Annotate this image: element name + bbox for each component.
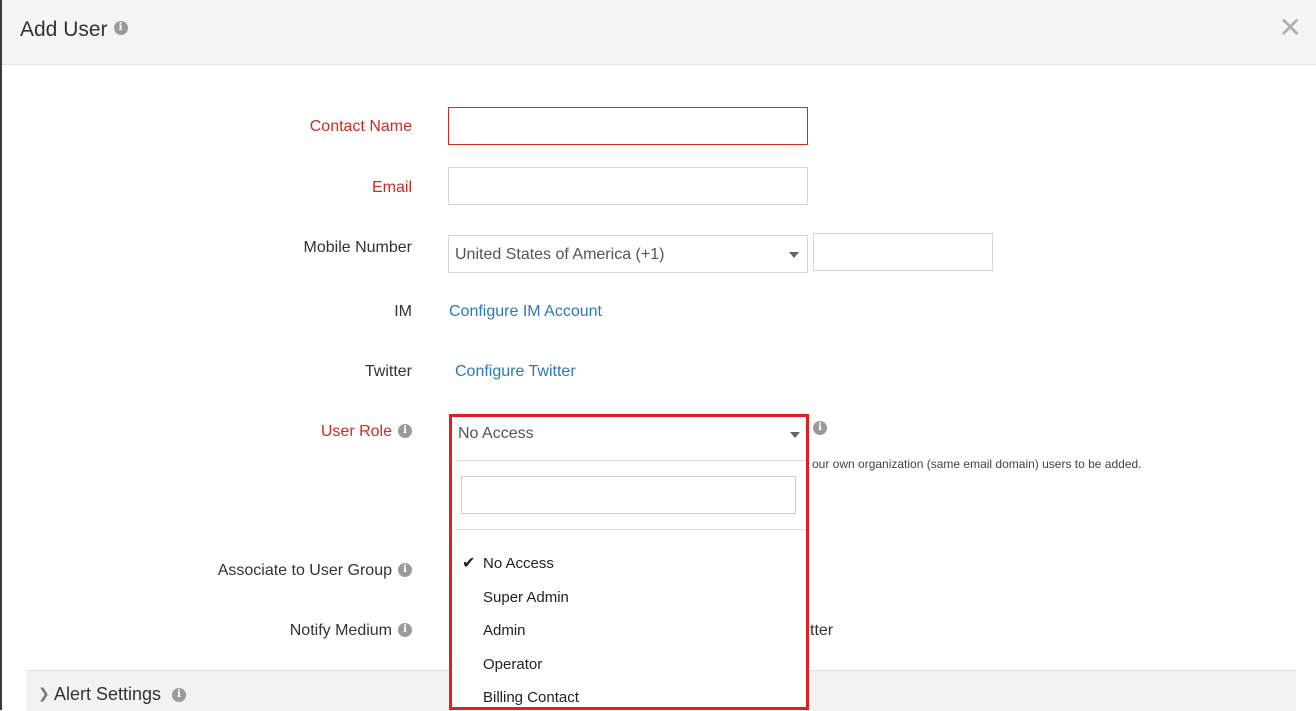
notify-medium-label-text: Notify Medium bbox=[289, 622, 392, 639]
window-edge bbox=[0, 0, 2, 710]
twitter-label: Twitter bbox=[364, 363, 412, 380]
notify-medium-label: Notify Medium i bbox=[290, 622, 412, 640]
option-admin[interactable]: Admin bbox=[483, 622, 526, 639]
user-role-select[interactable]: No Access bbox=[455, 420, 803, 450]
user-role-label: User Role i bbox=[321, 423, 412, 441]
contact-name-input[interactable] bbox=[448, 107, 808, 145]
dialog-header: Add User i ✕ bbox=[2, 0, 1316, 65]
check-icon: ✔ bbox=[462, 555, 476, 572]
divider bbox=[455, 460, 806, 461]
notify-medium-partial-text: tter bbox=[810, 622, 834, 639]
configure-twitter-link[interactable]: Configure Twitter bbox=[455, 363, 576, 381]
mobile-number-input[interactable] bbox=[813, 233, 993, 271]
country-code-value: United States of America (+1) bbox=[455, 246, 665, 263]
option-billing-contact[interactable]: Billing Contact bbox=[483, 689, 579, 706]
user-group-label-text: Associate to User Group bbox=[217, 562, 392, 579]
email-input[interactable] bbox=[448, 167, 808, 205]
dialog-title: Add User i bbox=[20, 18, 128, 42]
user-role-search-input[interactable] bbox=[461, 476, 796, 514]
mobile-number-label: Mobile Number bbox=[303, 239, 412, 256]
user-role-selected-value: No Access bbox=[458, 425, 534, 442]
im-label: IM bbox=[394, 303, 412, 320]
chevron-down-icon bbox=[790, 432, 800, 438]
info-icon[interactable]: i bbox=[113, 21, 128, 36]
info-icon[interactable]: i bbox=[398, 562, 412, 577]
user-role-hint: our own organization (same email domain)… bbox=[812, 457, 1142, 471]
configure-im-link[interactable]: Configure IM Account bbox=[449, 303, 602, 321]
user-role-dropdown[interactable]: No Access ✔ No Access Super Admin Admin … bbox=[449, 414, 809, 710]
country-code-select[interactable]: United States of America (+1) bbox=[448, 235, 808, 273]
close-icon[interactable]: ✕ bbox=[1279, 14, 1302, 42]
chevron-down-icon bbox=[789, 252, 799, 258]
info-icon[interactable]: i bbox=[398, 622, 412, 637]
email-label: Email bbox=[371, 179, 412, 196]
dialog-title-text: Add User bbox=[20, 18, 108, 41]
chevron-right-icon[interactable]: ❯ bbox=[38, 685, 50, 702]
info-icon[interactable]: i bbox=[813, 421, 827, 435]
option-operator[interactable]: Operator bbox=[483, 656, 542, 673]
option-super-admin[interactable]: Super Admin bbox=[483, 589, 569, 606]
info-icon[interactable]: i bbox=[172, 688, 186, 702]
contact-name-label: Contact Name bbox=[309, 118, 412, 135]
alert-settings-label[interactable]: Alert Settings bbox=[54, 684, 161, 705]
option-no-access[interactable]: No Access bbox=[483, 555, 554, 572]
user-group-label: Associate to User Group i bbox=[218, 562, 412, 580]
info-icon[interactable]: i bbox=[398, 423, 412, 438]
user-role-label-text: User Role bbox=[320, 423, 392, 440]
divider bbox=[455, 529, 806, 530]
